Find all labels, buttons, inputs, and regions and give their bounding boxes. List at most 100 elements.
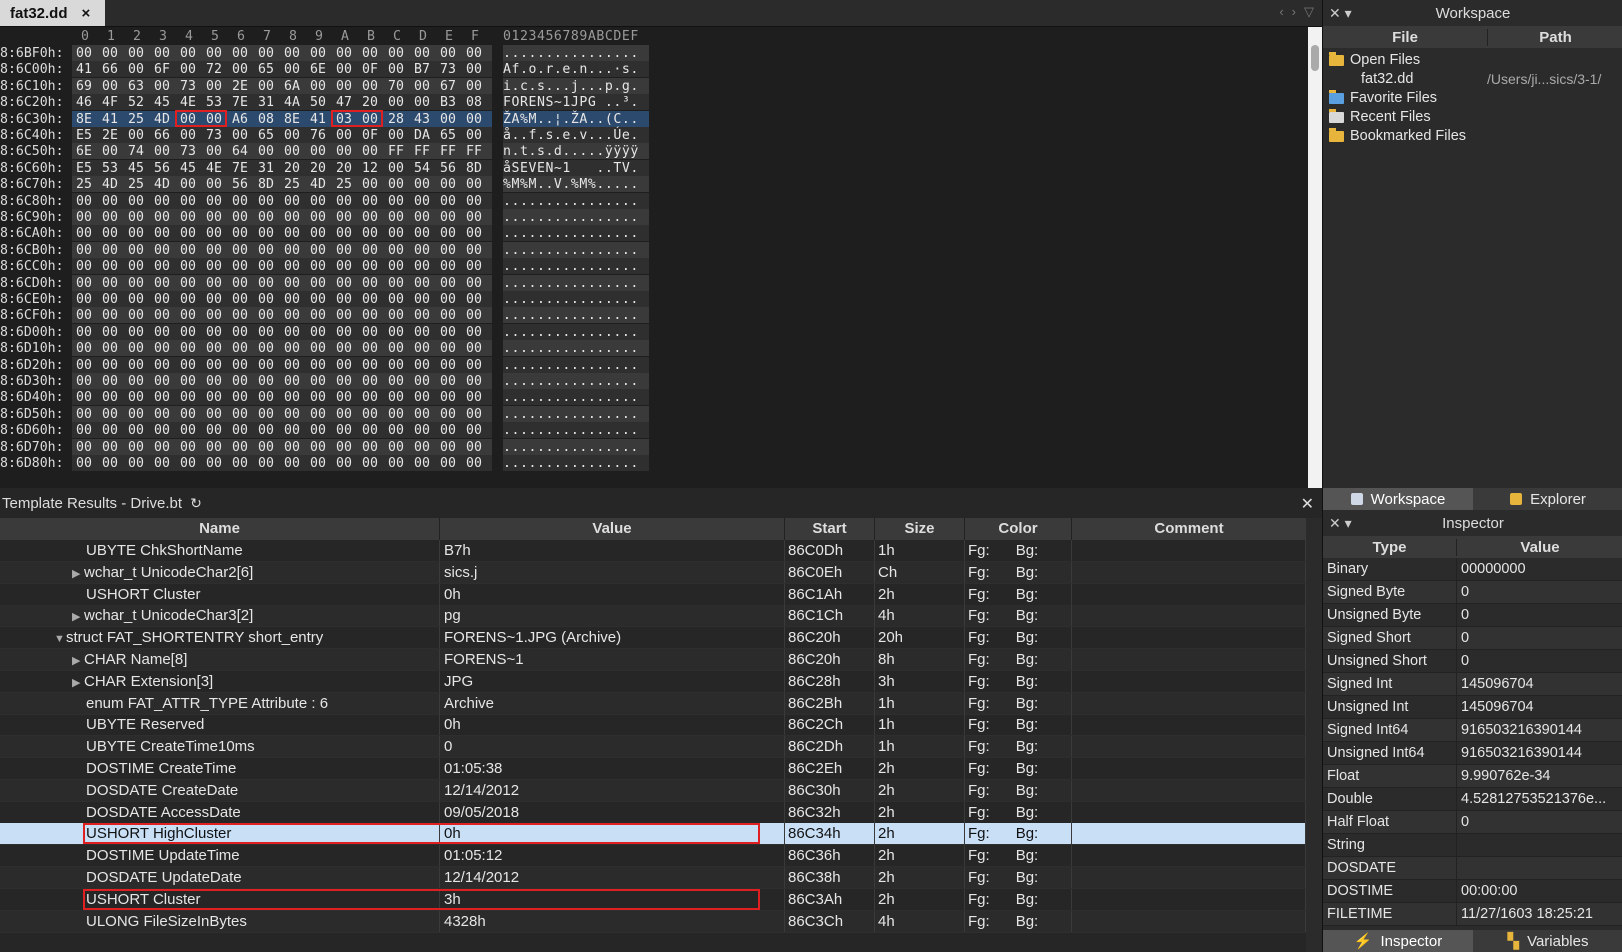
hex-byte[interactable]: 00 (385, 94, 407, 111)
hex-byte[interactable]: 64 (229, 143, 251, 160)
hex-row[interactable]: 8:6C00h: 41 66 00 6F 00 72 00 65 00 6E 00 0F 00 B7 73 00… (0, 61, 660, 78)
hex-byte[interactable]: 00 (177, 373, 199, 390)
hex-ascii[interactable]: ................ (503, 356, 649, 373)
hex-ascii[interactable]: ................ (503, 307, 649, 324)
hex-byte[interactable]: 00 (203, 291, 225, 308)
hex-byte[interactable]: 00 (151, 406, 173, 423)
hex-byte[interactable]: 00 (99, 291, 121, 308)
hex-byte[interactable]: 00 (359, 275, 381, 292)
hex-byte[interactable]: 00 (255, 307, 277, 324)
hex-byte[interactable]: 25 (333, 176, 355, 193)
hex-bytes[interactable]: 00 00 00 00 00 00 00 00 00 00 00 00 00 00 00 00 (72, 340, 492, 357)
hex-byte[interactable]: 00 (177, 242, 199, 259)
expand-toggle-icon[interactable]: ▶ (72, 672, 84, 692)
template-row[interactable]: USHORT Cluster 0h 86C1Ah 2h Fg: Bg: (0, 583, 1306, 606)
hex-byte[interactable]: 00 (281, 193, 303, 210)
hex-byte[interactable]: 00 (73, 357, 95, 374)
hex-byte[interactable]: 4D (99, 176, 121, 193)
hex-byte[interactable]: 00 (411, 209, 433, 226)
hex-row[interactable]: 8:6D00h: 00 00 00 00 00 00 00 00 00 00 00 00 00 00 00 00… (0, 323, 660, 341)
hex-byte[interactable]: 00 (437, 357, 459, 374)
hex-byte[interactable]: 00 (437, 324, 459, 341)
hex-byte[interactable]: 00 (411, 307, 433, 324)
hex-byte[interactable]: 00 (203, 193, 225, 210)
hex-byte[interactable]: 20 (281, 160, 303, 177)
hex-byte[interactable]: 00 (463, 176, 485, 193)
hex-bytes[interactable]: 00 00 00 00 00 00 00 00 00 00 00 00 00 00 00 00 (72, 209, 492, 225)
hex-byte[interactable]: 00 (73, 291, 95, 308)
hex-ascii[interactable]: ................ (503, 422, 649, 439)
hex-byte[interactable]: 00 (307, 373, 329, 390)
hex-byte[interactable]: 00 (73, 439, 95, 456)
hex-byte[interactable]: 00 (411, 78, 433, 95)
hex-byte[interactable]: 4F (99, 94, 121, 111)
hex-byte[interactable]: 00 (73, 209, 95, 226)
hex-byte[interactable]: 00 (333, 61, 355, 78)
hex-ascii[interactable]: ................ (503, 323, 649, 340)
hex-byte[interactable]: 00 (437, 373, 459, 390)
template-row[interactable]: ▶ wchar_t UnicodeChar2[6] sics.j 86C0Eh Ch Fg… (0, 561, 1306, 584)
hex-byte[interactable]: 00 (229, 307, 251, 324)
hex-byte[interactable]: 00 (411, 193, 433, 210)
column-comment[interactable]: Comment (1072, 518, 1306, 540)
hex-row[interactable]: 8:6D80h: 00 00 00 00 00 00 00 00 00 00 00 00 00 00 00 00… (0, 455, 660, 472)
hex-row[interactable]: 8:6D20h: 00 00 00 00 00 00 00 00 00 00 00 00 00 00 00 00… (0, 356, 660, 374)
hex-byte[interactable]: 8E (281, 111, 303, 128)
hex-byte[interactable]: 00 (73, 258, 95, 275)
close-icon[interactable]: ✕ (1301, 494, 1314, 514)
column-start[interactable]: Start (785, 518, 875, 540)
hex-byte[interactable]: 4D (151, 111, 173, 128)
hex-byte[interactable]: 7E (229, 94, 251, 111)
hex-byte[interactable]: 00 (411, 439, 433, 456)
hex-byte[interactable]: 63 (125, 78, 147, 95)
hex-byte[interactable]: 00 (463, 291, 485, 308)
hex-byte[interactable]: 00 (203, 78, 225, 95)
hex-byte[interactable]: 00 (463, 439, 485, 456)
hex-byte[interactable]: 00 (333, 78, 355, 95)
column-type[interactable]: Type (1323, 538, 1457, 556)
hex-byte[interactable]: 00 (125, 291, 147, 308)
hex-byte[interactable]: 00 (281, 143, 303, 160)
hex-byte[interactable]: 00 (307, 143, 329, 160)
hex-byte[interactable]: 00 (99, 455, 121, 472)
hex-byte[interactable]: 00 (437, 291, 459, 308)
hex-byte[interactable]: 00 (151, 242, 173, 259)
hex-ascii[interactable]: ................ (503, 241, 649, 258)
hex-byte[interactable]: 00 (125, 209, 147, 226)
close-icon[interactable]: ✕ ▾ (1329, 5, 1352, 22)
hex-bytes[interactable]: 00 00 00 00 00 00 00 00 00 00 00 00 00 00 00 00 (72, 422, 492, 439)
hex-byte[interactable]: 00 (151, 307, 173, 324)
hex-byte[interactable]: 00 (229, 422, 251, 439)
hex-byte[interactable]: 00 (203, 422, 225, 439)
hex-byte[interactable]: 00 (255, 291, 277, 308)
hex-byte[interactable]: 00 (307, 258, 329, 275)
hex-byte[interactable]: 00 (99, 225, 121, 242)
hex-byte[interactable]: 00 (255, 78, 277, 95)
hex-byte[interactable]: 00 (203, 406, 225, 423)
hex-byte[interactable]: B3 (437, 94, 459, 111)
hex-row[interactable]: 8:6CA0h: 00 00 00 00 00 00 00 00 00 00 00 00 00 00 00 00… (0, 225, 660, 242)
hex-byte[interactable]: 00 (125, 455, 147, 472)
hex-byte[interactable]: 6E (307, 61, 329, 78)
hex-bytes[interactable]: 00 00 00 00 00 00 00 00 00 00 00 00 00 00 00 00 (72, 373, 492, 389)
hex-byte[interactable]: 00 (73, 389, 95, 406)
hex-byte[interactable]: 00 (385, 324, 407, 341)
hex-byte[interactable]: 00 (73, 340, 95, 357)
hex-byte[interactable]: 00 (203, 143, 225, 160)
inspector-row[interactable]: DOSDATE (1323, 857, 1622, 880)
hex-byte[interactable]: 00 (333, 439, 355, 456)
hex-byte[interactable]: 56 (437, 160, 459, 177)
hex-byte[interactable]: 00 (333, 242, 355, 259)
hex-byte[interactable]: 00 (437, 45, 459, 62)
hex-byte[interactable]: 00 (437, 275, 459, 292)
hex-byte[interactable]: 00 (385, 45, 407, 62)
hex-byte[interactable]: 00 (151, 422, 173, 439)
hex-byte[interactable]: 6A (281, 78, 303, 95)
chevron-down-icon[interactable]: ▽ (1304, 4, 1314, 20)
hex-byte[interactable]: 56 (151, 160, 173, 177)
hex-byte[interactable]: 00 (203, 324, 225, 341)
hex-byte[interactable]: 00 (255, 209, 277, 226)
hex-byte[interactable]: 00 (203, 225, 225, 242)
hex-byte[interactable]: 4A (281, 94, 303, 111)
hex-byte[interactable]: 00 (125, 389, 147, 406)
